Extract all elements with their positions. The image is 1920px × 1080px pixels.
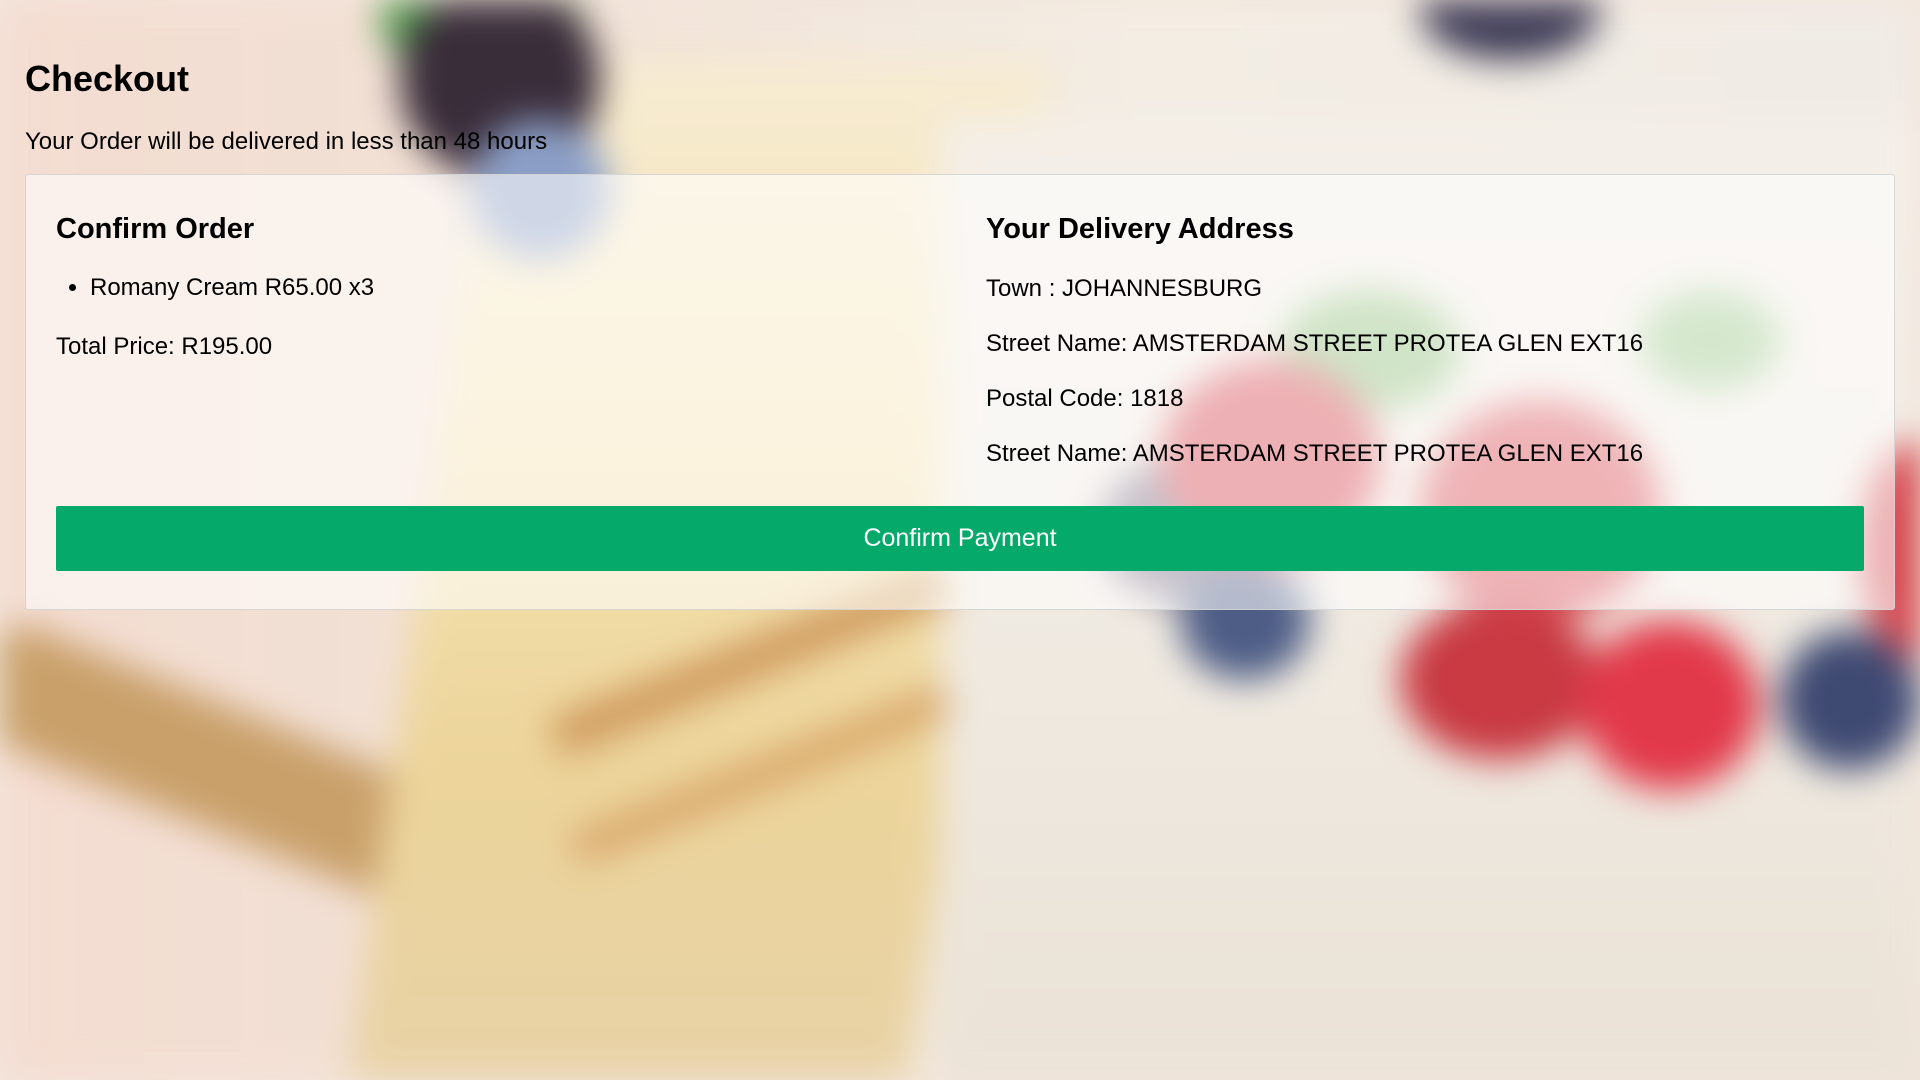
checkout-panel: Confirm Order Romany Cream R65.00 x3 Tot…: [25, 174, 1895, 611]
order-heading: Confirm Order: [56, 213, 255, 246]
checkout-page: Checkout Your Order will be delivered in…: [0, 0, 1920, 1080]
order-items-list: Romany Cream R65.00 x3: [56, 274, 986, 303]
address-postal-code: Postal Code: 1818: [986, 384, 1184, 412]
delivery-notice: Your Order will be delivered in less tha…: [25, 128, 548, 156]
address-street-repeat: Street Name: AMSTERDAM STREET PROTEA GLE…: [986, 439, 1644, 467]
address-street: Street Name: AMSTERDAM STREET PROTEA GLE…: [986, 329, 1644, 357]
address-town: Town : JOHANNESBURG: [986, 275, 1263, 303]
page-title: Checkout: [25, 58, 190, 99]
delivery-address: Your Delivery Address Town : JOHANNESBUR…: [986, 205, 1864, 468]
order-item: Romany Cream R65.00 x3: [90, 274, 986, 303]
total-price: Total Price: R195.00: [56, 332, 273, 360]
confirm-payment-button[interactable]: Confirm Payment: [56, 506, 1864, 572]
checkout-columns: Confirm Order Romany Cream R65.00 x3 Tot…: [56, 205, 1864, 468]
order-summary: Confirm Order Romany Cream R65.00 x3 Tot…: [56, 205, 986, 468]
checkout-content: Checkout Your Order will be delivered in…: [0, 0, 1920, 1080]
address-heading: Your Delivery Address: [986, 213, 1294, 246]
